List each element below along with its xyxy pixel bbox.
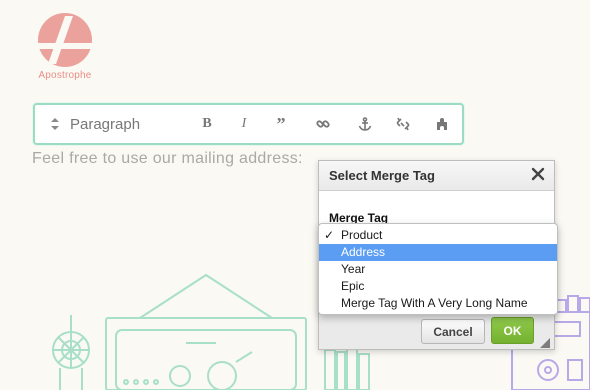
close-icon[interactable] xyxy=(531,167,545,181)
ok-button[interactable]: OK xyxy=(491,317,534,344)
style-select-arrows-icon[interactable] xyxy=(47,105,63,143)
editor-toolbar: Paragraph B I ” xyxy=(33,103,464,145)
dialog-footer: Cancel OK xyxy=(319,311,554,349)
apostrophe-logo-mark xyxy=(38,13,92,67)
dialog-header[interactable]: Select Merge Tag xyxy=(319,161,554,191)
merge-tag-dropdown[interactable]: ✓ Product Address Year Epic Merge Tag Wi… xyxy=(318,223,558,315)
dropdown-option-year[interactable]: Year xyxy=(319,261,557,278)
option-label: Product xyxy=(341,228,383,242)
link-icon[interactable] xyxy=(312,105,334,143)
dropdown-option-epic[interactable]: Epic xyxy=(319,278,557,295)
resize-grip-icon[interactable] xyxy=(540,335,550,348)
editor-body-text[interactable]: Feel free to use our mailing address: xyxy=(32,150,303,168)
anchor-icon[interactable] xyxy=(354,105,376,143)
unlink-icon[interactable] xyxy=(392,105,414,143)
dropdown-option-product[interactable]: ✓ Product xyxy=(319,227,557,244)
plugin-icon[interactable] xyxy=(431,105,453,143)
option-label: Address xyxy=(341,245,386,259)
option-label: Year xyxy=(341,262,366,276)
dropdown-option-address[interactable]: Address xyxy=(319,244,557,261)
cancel-button[interactable]: Cancel xyxy=(421,319,485,344)
bold-button[interactable]: B xyxy=(196,105,218,143)
logo-text: Apostrophe xyxy=(38,70,92,81)
dropdown-option-long-name[interactable]: Merge Tag With A Very Long Name xyxy=(319,295,557,312)
dialog-title: Select Merge Tag xyxy=(329,168,435,183)
style-select[interactable]: Paragraph xyxy=(70,105,190,143)
checkmark-icon: ✓ xyxy=(324,228,335,242)
blockquote-button[interactable]: ” xyxy=(270,105,292,143)
option-label: Epic xyxy=(341,279,365,293)
option-label: Merge Tag With A Very Long Name xyxy=(341,296,528,310)
apostrophe-logo: Apostrophe xyxy=(34,10,96,86)
italic-button[interactable]: I xyxy=(233,105,255,143)
